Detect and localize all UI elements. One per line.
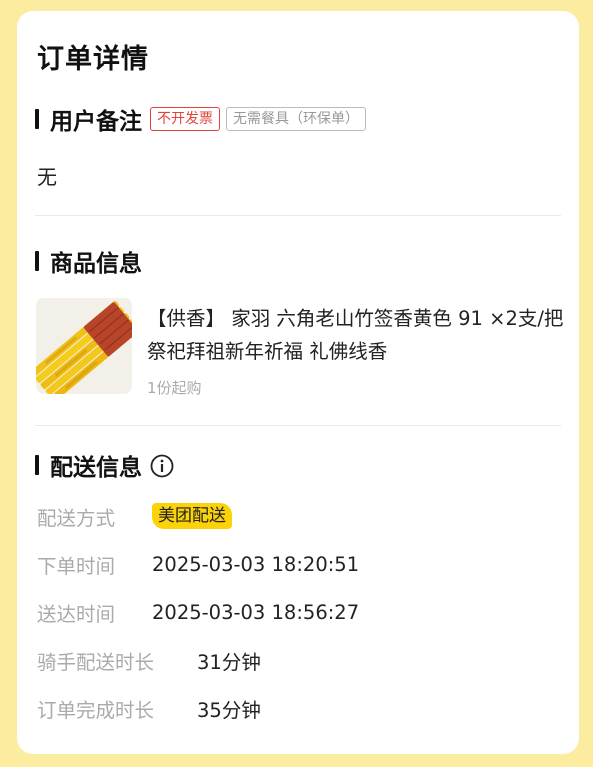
remark-text: 无 xyxy=(37,165,57,189)
delivery-section-title: 配送信息 xyxy=(50,455,142,481)
section-marker xyxy=(35,109,39,129)
remark-section-header: 用户备注 不开发票 无需餐具（环保单） xyxy=(35,104,366,135)
arrival-time-value: 2025-03-03 18:56:27 xyxy=(152,600,360,624)
completion-duration-value: 35分钟 xyxy=(197,698,261,722)
order-time-label: 下单时间 xyxy=(37,554,116,578)
completion-duration-row: 订单完成时长 35分钟 xyxy=(37,693,261,723)
no-tableware-tag: 无需餐具（环保单） xyxy=(226,107,366,131)
rider-duration-label: 骑手配送时长 xyxy=(37,650,155,674)
page-title: 订单详情 xyxy=(37,44,149,75)
no-invoice-tag: 不开发票 xyxy=(150,107,220,131)
product-section-header: 商品信息 xyxy=(35,246,142,277)
delivery-section-header: 配送信息 xyxy=(35,450,174,481)
product-image[interactable] xyxy=(36,298,132,394)
delivery-method-badge: 美团配送 xyxy=(152,503,232,529)
rider-duration-row: 骑手配送时长 31分钟 xyxy=(37,645,261,675)
remark-section-title: 用户备注 xyxy=(50,109,142,135)
min-purchase-text: 1份起购 xyxy=(147,379,202,397)
arrival-time-row: 送达时间 2025-03-03 18:56:27 xyxy=(37,597,359,627)
rider-duration-value: 31分钟 xyxy=(197,650,261,674)
order-detail-card: 订单详情 用户备注 不开发票 无需餐具（环保单） 无 商品信息 【供香】 家羽 … xyxy=(17,11,579,754)
section-marker xyxy=(35,251,39,271)
delivery-method-label: 配送方式 xyxy=(37,506,116,530)
info-icon[interactable] xyxy=(150,454,174,478)
product-name[interactable]: 【供香】 家羽 六角老山竹签香黄色 91 ×2支/把 祭祀拜祖新年祈福 礼佛线香 xyxy=(147,302,567,368)
order-time-value: 2025-03-03 18:20:51 xyxy=(152,552,360,576)
delivery-method-row: 配送方式 美团配送 xyxy=(37,501,232,531)
arrival-time-label: 送达时间 xyxy=(37,602,116,626)
divider xyxy=(35,425,561,426)
order-time-row: 下单时间 2025-03-03 18:20:51 xyxy=(37,549,359,579)
section-marker xyxy=(35,455,39,475)
product-section-title: 商品信息 xyxy=(50,251,142,277)
incense-bundle-image xyxy=(36,298,132,394)
divider xyxy=(35,215,561,216)
completion-duration-label: 订单完成时长 xyxy=(37,698,155,722)
